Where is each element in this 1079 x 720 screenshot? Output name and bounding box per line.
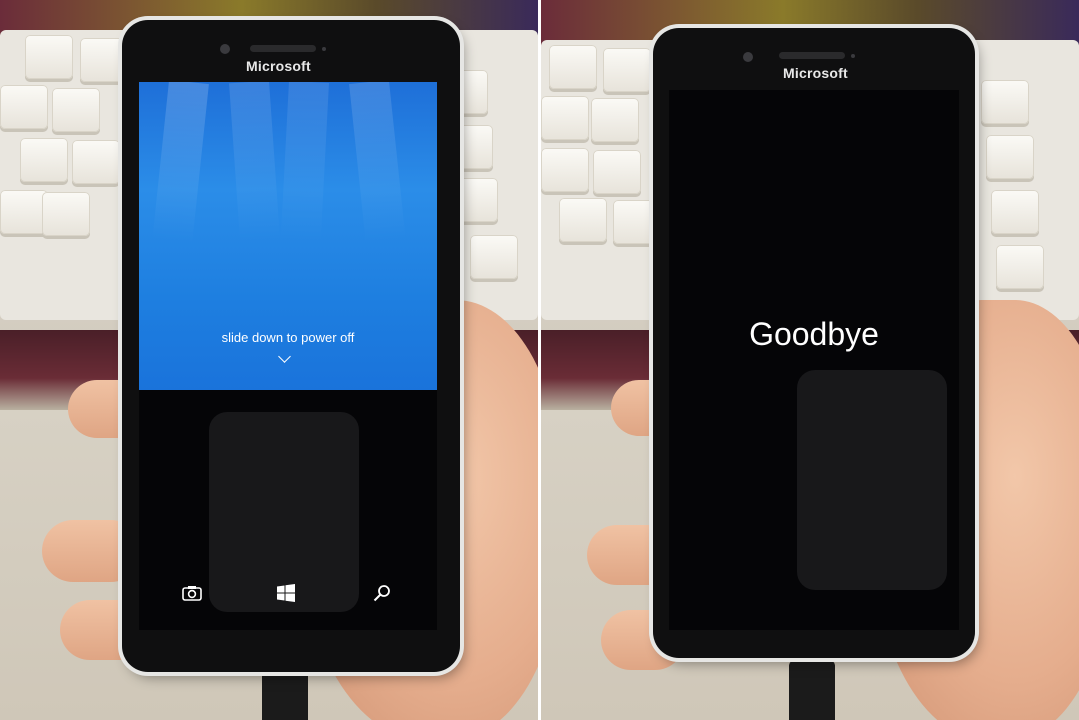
power-off-panel[interactable]: slide down to power off	[139, 82, 437, 390]
keyboard-key	[991, 190, 1039, 234]
keyboard-key	[541, 96, 589, 140]
phone: Microsoft Goodbye	[653, 28, 975, 658]
windows-logo-icon[interactable]	[275, 582, 297, 604]
light-ray	[152, 82, 209, 244]
chevron-down-icon[interactable]	[278, 350, 291, 363]
screen: slide down to power off	[139, 82, 437, 630]
keyboard-key	[981, 80, 1029, 124]
keyboard-key	[541, 148, 589, 192]
keyboard-key	[25, 35, 73, 79]
goodbye-message: Goodbye	[749, 316, 879, 352]
light-ray	[229, 82, 281, 244]
keyboard-key	[42, 192, 90, 236]
keyboard-key	[559, 198, 607, 242]
power-off-instruction: slide down to power off	[221, 330, 355, 345]
earpiece	[779, 52, 845, 59]
keyboard-key	[0, 190, 48, 234]
search-icon[interactable]	[371, 582, 393, 604]
keyboard-key	[603, 48, 651, 92]
front-camera	[220, 44, 230, 54]
brand-logo: Microsoft	[783, 65, 848, 81]
keyboard-key	[593, 150, 641, 194]
light-ray	[349, 82, 406, 244]
camera-icon[interactable]	[181, 582, 203, 604]
phone: Microsoft slide down to power off	[122, 20, 460, 672]
sensor	[322, 47, 326, 51]
earpiece	[250, 45, 316, 52]
keyboard-key	[996, 245, 1044, 289]
usb-cable	[789, 660, 835, 720]
keyboard-key	[52, 88, 100, 132]
keyboard-key	[0, 85, 48, 129]
keyboard-key	[591, 98, 639, 142]
right-photo: Microsoft Goodbye	[541, 0, 1079, 720]
light-ray	[280, 82, 329, 243]
left-photo: Microsoft slide down to power off	[0, 0, 538, 720]
screen-reflection	[797, 370, 947, 590]
keyboard-key	[549, 45, 597, 89]
keyboard-key	[20, 138, 68, 182]
keyboard-key	[986, 135, 1034, 179]
front-camera	[743, 52, 753, 62]
keyboard-key	[80, 38, 128, 82]
sensor	[851, 54, 855, 58]
keyboard-key	[72, 140, 120, 184]
keyboard-key	[470, 235, 518, 279]
brand-logo: Microsoft	[246, 58, 311, 74]
screen: Goodbye	[669, 90, 959, 630]
